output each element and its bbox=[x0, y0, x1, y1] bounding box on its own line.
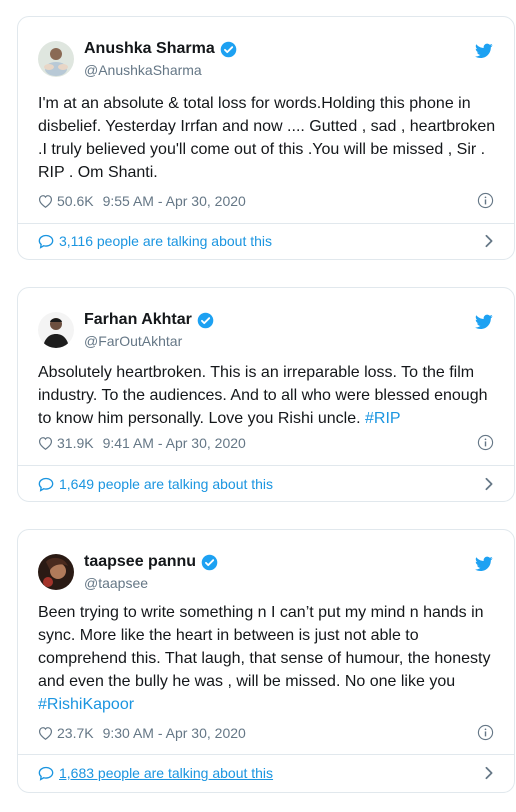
avatar[interactable] bbox=[38, 312, 74, 348]
tweet-meta: 23.7K 9:30 AM - Apr 30, 2020 bbox=[38, 724, 494, 741]
tweet-text: Absolutely heartbroken. This is an irrep… bbox=[38, 364, 488, 427]
talking-count[interactable]: 1,649 people are talking about this bbox=[59, 476, 273, 492]
like-count[interactable]: 23.7K bbox=[57, 725, 94, 741]
conversation-link[interactable]: 1,683 people are talking about this bbox=[38, 755, 494, 791]
info-icon[interactable] bbox=[477, 434, 494, 451]
talking-count[interactable]: 1,683 people are talking about this bbox=[59, 765, 273, 781]
tweet-header: Anushka Sharma @AnushkaSharma bbox=[38, 39, 237, 79]
info-icon[interactable] bbox=[477, 192, 494, 209]
speech-bubble-icon bbox=[38, 477, 54, 492]
twitter-bird-icon[interactable] bbox=[475, 43, 493, 59]
tweet-card[interactable]: Anushka Sharma @AnushkaSharma I'm at an … bbox=[17, 16, 515, 260]
like-count[interactable]: 31.9K bbox=[57, 435, 94, 451]
twitter-bird-icon[interactable] bbox=[475, 314, 493, 330]
verified-badge-icon bbox=[201, 554, 218, 571]
conversation-link[interactable]: 1,649 people are talking about this bbox=[38, 466, 494, 502]
talking-count[interactable]: 3,116 people are talking about this bbox=[59, 233, 272, 249]
chevron-right-icon[interactable] bbox=[484, 234, 494, 248]
author-handle[interactable]: @FarOutAkhtar bbox=[84, 333, 214, 349]
hashtag-link[interactable]: #RIP bbox=[365, 410, 401, 427]
tweet-header: Farhan Akhtar @FarOutAkhtar bbox=[38, 310, 214, 350]
author-name[interactable]: taapsee pannu bbox=[84, 553, 196, 571]
info-icon[interactable] bbox=[477, 724, 494, 741]
tweet-meta: 31.9K 9:41 AM - Apr 30, 2020 bbox=[38, 434, 494, 451]
timestamp[interactable]: 9:30 AM - Apr 30, 2020 bbox=[103, 725, 246, 741]
tweet-card[interactable]: Farhan Akhtar @FarOutAkhtar Absolutely h… bbox=[17, 287, 515, 502]
timestamp[interactable]: 9:55 AM - Apr 30, 2020 bbox=[103, 193, 246, 209]
tweet-text: I'm at an absolute & total loss for word… bbox=[38, 95, 496, 181]
avatar[interactable] bbox=[38, 41, 74, 77]
tweet-meta: 50.6K 9:55 AM - Apr 30, 2020 bbox=[38, 192, 494, 209]
verified-badge-icon bbox=[220, 41, 237, 58]
heart-icon[interactable] bbox=[38, 194, 53, 208]
conversation-link[interactable]: 3,116 people are talking about this bbox=[38, 223, 494, 259]
tweet-card[interactable]: taapsee pannu @taapsee Been trying to wr… bbox=[17, 529, 515, 793]
like-count[interactable]: 50.6K bbox=[57, 193, 94, 209]
author-name[interactable]: Farhan Akhtar bbox=[84, 311, 192, 329]
verified-badge-icon bbox=[197, 312, 214, 329]
author-handle[interactable]: @taapsee bbox=[84, 575, 218, 591]
author-handle[interactable]: @AnushkaSharma bbox=[84, 62, 237, 78]
avatar[interactable] bbox=[38, 554, 74, 590]
heart-icon[interactable] bbox=[38, 436, 53, 450]
author-name[interactable]: Anushka Sharma bbox=[84, 40, 215, 58]
timestamp[interactable]: 9:41 AM - Apr 30, 2020 bbox=[103, 435, 246, 451]
chevron-right-icon[interactable] bbox=[484, 766, 494, 780]
tweet-header: taapsee pannu @taapsee bbox=[38, 552, 218, 592]
twitter-bird-icon[interactable] bbox=[475, 556, 493, 572]
tweet-text: Been trying to write something n I can’t… bbox=[38, 604, 491, 713]
heart-icon[interactable] bbox=[38, 726, 53, 740]
speech-bubble-icon bbox=[38, 234, 54, 249]
hashtag-link[interactable]: #RishiKapoor bbox=[38, 696, 134, 713]
chevron-right-icon[interactable] bbox=[484, 477, 494, 491]
speech-bubble-icon bbox=[38, 766, 54, 781]
